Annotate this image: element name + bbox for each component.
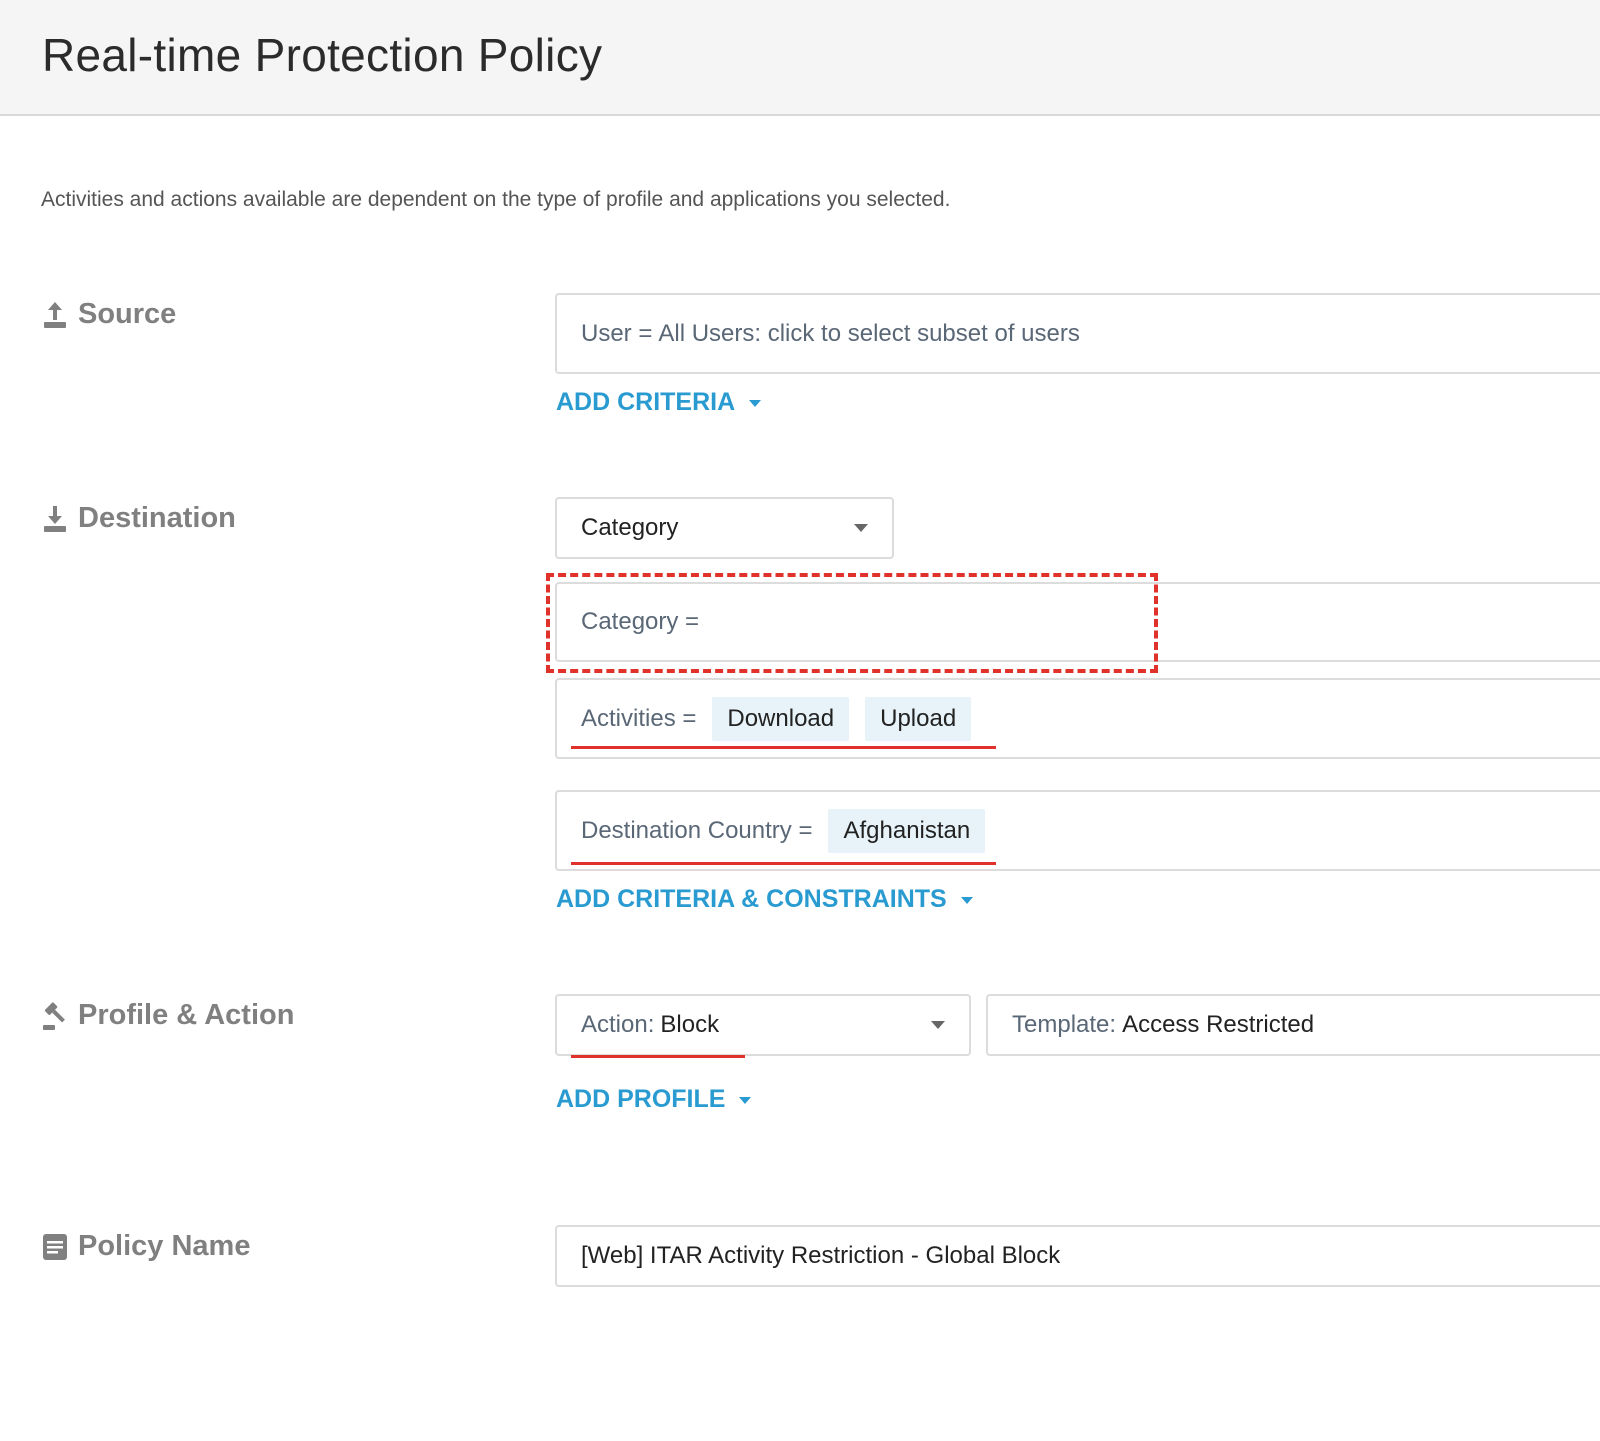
country-criteria-field[interactable]: Destination Country = Afghanistan (555, 790, 1600, 871)
country-chip-afghanistan[interactable]: Afghanistan (828, 808, 986, 853)
destination-type-value: Category (581, 514, 679, 541)
action-value: Block (660, 1011, 720, 1038)
destination-section-label: Destination (42, 502, 236, 535)
page-title: Real-time Protection Policy (42, 29, 603, 81)
template-value: Access Restricted (1122, 1011, 1315, 1038)
profile-label: Profile & Action (78, 999, 295, 1031)
activities-key: Activities = (581, 704, 697, 732)
policy-label: Policy Name (78, 1230, 251, 1262)
upload-icon (42, 300, 68, 330)
add-criteria-constraints-button[interactable]: ADD CRITERIA & CONSTRAINTS (556, 885, 973, 914)
activity-chip-upload[interactable]: Upload (865, 696, 972, 741)
policy-name-input[interactable]: [Web] ITAR Activity Restriction - Global… (555, 1225, 1600, 1287)
policy-name-value: [Web] ITAR Activity Restriction - Global… (581, 1242, 1061, 1269)
activities-underline (571, 746, 996, 749)
add-profile-label: ADD PROFILE (556, 1085, 726, 1113)
add-criteria-button[interactable]: ADD CRITERIA (556, 388, 762, 417)
chevron-down-icon (931, 1021, 945, 1029)
highlight-dashed-box (546, 573, 1158, 673)
add-profile-button[interactable]: ADD PROFILE (556, 1085, 752, 1114)
page-header: Real-time Protection Policy (0, 0, 1600, 116)
country-underline (571, 862, 996, 865)
user-criteria-key: User = (581, 319, 653, 347)
user-criteria-field[interactable]: User = All Users: click to select subset… (555, 293, 1600, 374)
template-select[interactable]: Template: Access Restricted (986, 994, 1600, 1056)
page-description: Activities and actions available are dep… (41, 188, 951, 211)
caret-down-icon (739, 1097, 752, 1104)
destination-label: Destination (78, 502, 236, 534)
action-key: Action: (581, 1011, 655, 1038)
template-key: Template: (1012, 1011, 1117, 1038)
add-criteria-label: ADD CRITERIA (556, 388, 736, 416)
activity-chip-download[interactable]: Download (712, 696, 850, 741)
source-section-label: Source (42, 298, 176, 331)
user-criteria-value: All Users: click to select subset of use… (658, 319, 1080, 347)
action-underline (571, 1055, 745, 1058)
profile-section-label: Profile & Action (42, 999, 294, 1032)
caret-down-icon (960, 897, 973, 904)
caret-down-icon (749, 400, 762, 407)
country-key: Destination Country = (581, 816, 813, 844)
action-select[interactable]: Action: Block (555, 994, 971, 1056)
policy-section-label: Policy Name (42, 1230, 250, 1263)
gavel-icon (42, 1001, 68, 1031)
document-icon (42, 1232, 68, 1262)
chevron-down-icon (854, 524, 868, 532)
destination-type-select[interactable]: Category (555, 497, 894, 559)
source-label: Source (78, 298, 177, 330)
download-icon (42, 504, 68, 534)
add-criteria-constraints-label: ADD CRITERIA & CONSTRAINTS (556, 885, 947, 913)
